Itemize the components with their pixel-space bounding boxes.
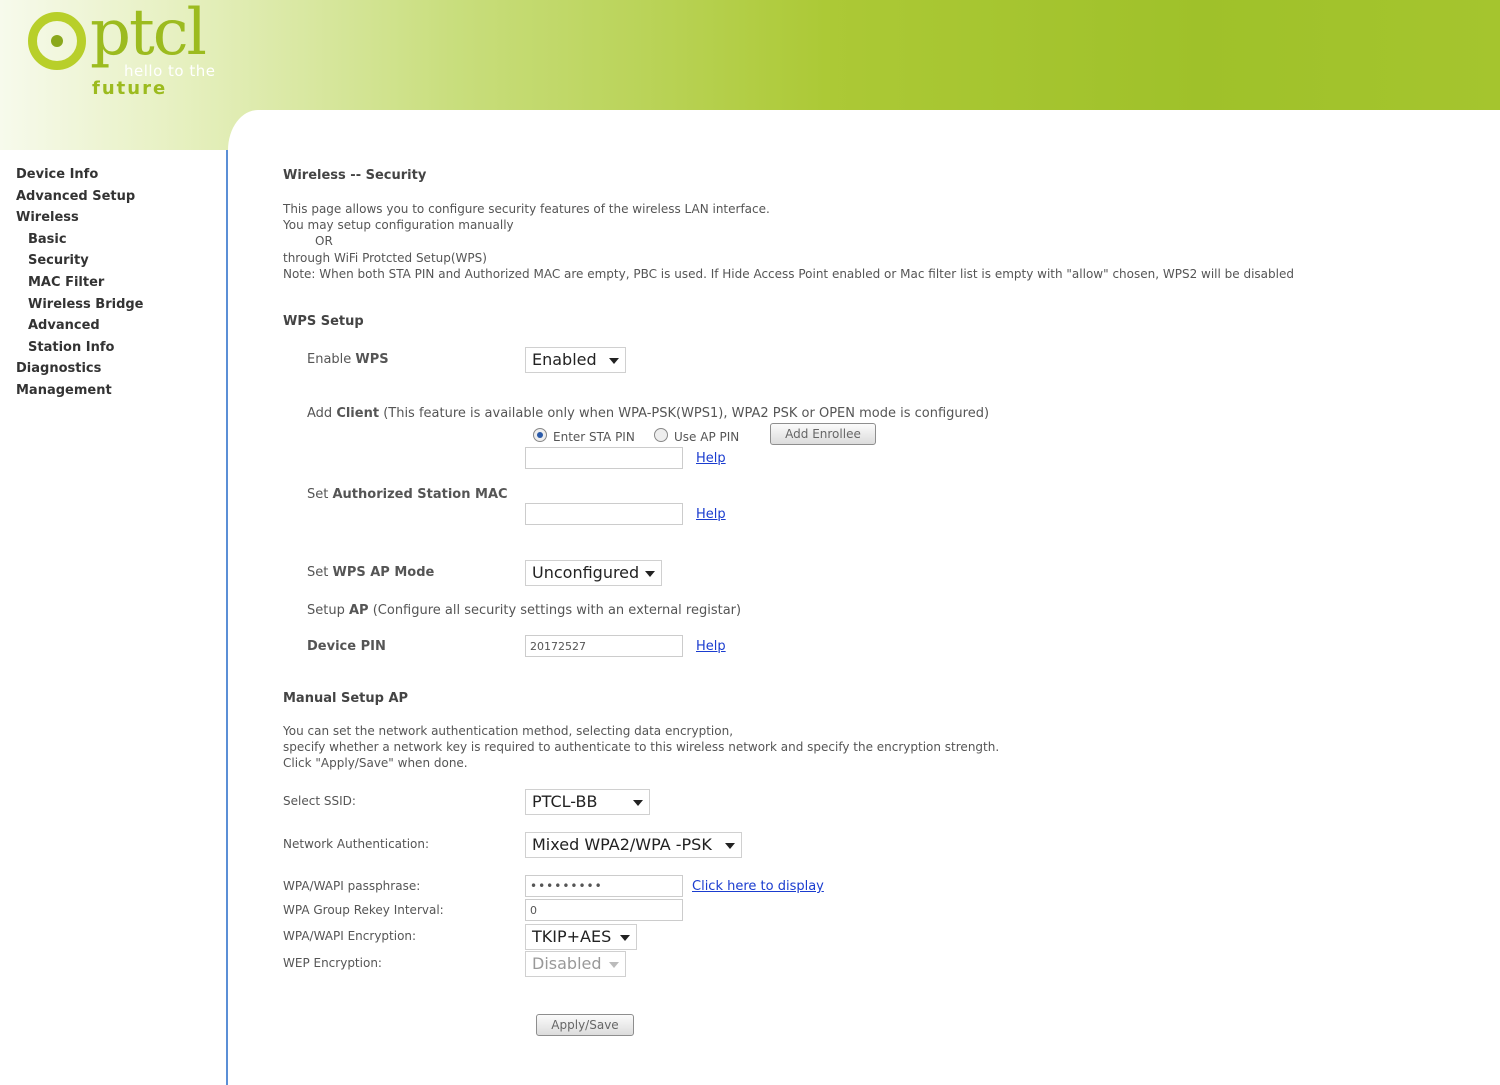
intro-line-1: This page allows you to configure securi… [283, 202, 770, 216]
network-auth-value: Mixed WPA2/WPA -PSK [532, 835, 712, 854]
add-enrollee-button[interactable]: Add Enrollee [770, 423, 876, 445]
sidebar-item-wireless[interactable]: Wireless [0, 207, 226, 229]
chevron-down-icon [609, 962, 619, 968]
wep-encryption-select: Disabled [525, 951, 626, 977]
device-pin-help-link[interactable]: Help [696, 639, 726, 654]
page-title: Wireless -- Security [283, 168, 427, 183]
enable-wps-label: Enable WPS [307, 352, 389, 367]
add-client-bold: Client [336, 406, 380, 421]
sidebar-item-device-info[interactable]: Device Info [0, 164, 226, 186]
authorized-mac-label: Set Authorized Station MAC [307, 487, 508, 502]
wps-ap-mode-label: Set WPS AP Mode [307, 565, 434, 580]
sidebar-item-management[interactable]: Management [0, 380, 226, 402]
passphrase-input[interactable] [525, 875, 683, 897]
authorized-mac-pre: Set [307, 487, 333, 502]
enable-wps-select[interactable]: Enabled [525, 347, 626, 373]
setup-ap-bold: AP [348, 603, 369, 618]
sidebar-item-diagnostics[interactable]: Diagnostics [0, 358, 226, 380]
ptcl-logo: ptcl hello to the future [0, 0, 228, 110]
sidebar-item-advanced-setup[interactable]: Advanced Setup [0, 186, 226, 208]
setup-ap-pre: Setup [307, 603, 349, 618]
add-client-note: (This feature is available only when WPA… [379, 406, 990, 421]
manual-desc-line-1: You can set the network authentication m… [283, 724, 734, 738]
wps-ap-mode-bold: WPS AP Mode [332, 565, 435, 580]
wps-ap-mode-value: Unconfigured [532, 563, 640, 582]
passphrase-label: WPA/WAPI passphrase: [283, 879, 421, 893]
intro-text: This page allows you to configure securi… [283, 201, 1294, 282]
wpa-encryption-select[interactable]: TKIP+AES [525, 924, 637, 950]
ssid-label: Select SSID: [283, 794, 356, 808]
wps-ap-mode-pre: Set [307, 565, 333, 580]
wep-encryption-label: WEP Encryption: [283, 956, 382, 970]
enable-wps-label-bold: WPS [355, 352, 389, 367]
radio-enter-sta-pin-label: Enter STA PIN [553, 430, 635, 444]
sidebar-item-wireless-bridge[interactable]: Wireless Bridge [0, 294, 226, 316]
sidebar-item-mac-filter[interactable]: MAC Filter [0, 272, 226, 294]
logo-tagline-future: future [92, 78, 168, 99]
ssid-value: PTCL-BB [532, 792, 598, 811]
apply-save-button[interactable]: Apply/Save [536, 1014, 634, 1036]
chevron-down-icon [633, 800, 643, 806]
authorized-mac-help-link[interactable]: Help [696, 507, 726, 522]
device-pin-label: Device PIN [307, 639, 386, 654]
header-curve [228, 110, 1500, 150]
radio-use-ap-pin[interactable] [654, 428, 668, 442]
radio-use-ap-pin-label: Use AP PIN [674, 430, 740, 444]
chevron-down-icon [725, 843, 735, 849]
intro-or: OR [315, 234, 333, 249]
sidebar-item-advanced[interactable]: Advanced [0, 315, 226, 337]
add-client-label: Add Client (This feature is available on… [307, 406, 989, 421]
wpa-encryption-value: TKIP+AES [532, 927, 612, 946]
manual-section-title: Manual Setup AP [283, 691, 409, 706]
wpa-encryption-label: WPA/WAPI Encryption: [283, 929, 417, 943]
enable-wps-value: Enabled [532, 350, 597, 369]
sidebar-nav: Device Info Advanced Setup Wireless Basi… [0, 150, 228, 1085]
authorized-mac-bold: Authorized Station MAC [332, 487, 508, 502]
setup-ap-label: Setup AP (Configure all security setting… [307, 603, 741, 618]
logo-ring-icon [28, 12, 86, 70]
sidebar-item-station-info[interactable]: Station Info [0, 337, 226, 359]
rekey-interval-input[interactable] [525, 899, 683, 921]
sidebar-item-security[interactable]: Security [0, 250, 226, 272]
manual-desc: You can set the network authentication m… [283, 723, 999, 772]
wps-ap-mode-select[interactable]: Unconfigured [525, 560, 662, 586]
wep-encryption-value: Disabled [532, 954, 602, 973]
network-auth-label: Network Authentication: [283, 837, 430, 851]
wps-section-title: WPS Setup [283, 314, 364, 329]
add-client-pre: Add [307, 406, 337, 421]
display-passphrase-link[interactable]: Click here to display [692, 879, 824, 894]
intro-line-3: through WiFi Protcted Setup(WPS) [283, 250, 487, 265]
chevron-down-icon [645, 571, 655, 577]
sidebar-item-basic[interactable]: Basic [0, 229, 226, 251]
setup-ap-note: (Configure all security settings with an… [368, 603, 742, 618]
sta-pin-help-link[interactable]: Help [696, 451, 726, 466]
device-pin-input[interactable] [525, 635, 683, 657]
ssid-select[interactable]: PTCL-BB [525, 789, 650, 815]
rekey-interval-label: WPA Group Rekey Interval: [283, 903, 444, 917]
chevron-down-icon [620, 935, 630, 941]
radio-enter-sta-pin[interactable] [533, 428, 547, 442]
manual-desc-line-2: specify whether a network key is require… [283, 740, 1000, 755]
manual-desc-line-3: Click "Apply/Save" when done. [283, 756, 468, 771]
network-auth-select[interactable]: Mixed WPA2/WPA -PSK [525, 832, 742, 858]
logo-text: ptcl [90, 0, 207, 70]
intro-line-2: You may setup configuration manually [283, 218, 514, 233]
enable-wps-label-pre: Enable [307, 352, 356, 367]
sta-pin-input[interactable] [525, 447, 683, 469]
chevron-down-icon [609, 358, 619, 364]
authorized-mac-input[interactable] [525, 503, 683, 525]
intro-note: Note: When both STA PIN and Authorized M… [283, 266, 1294, 281]
